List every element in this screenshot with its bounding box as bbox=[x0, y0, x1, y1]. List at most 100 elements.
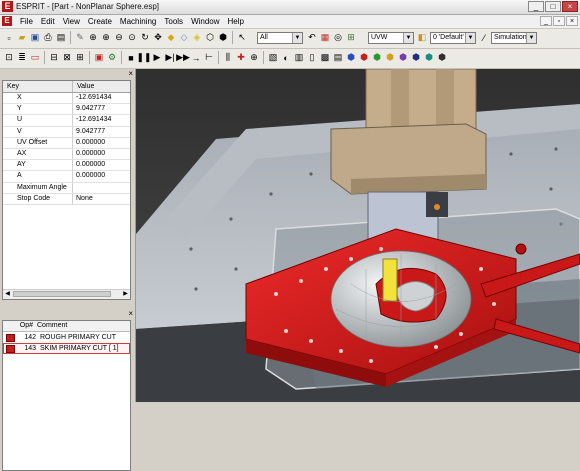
pause-icon[interactable]: ❚❚ bbox=[136, 51, 151, 64]
property-value[interactable]: -12.691434 bbox=[73, 93, 130, 103]
property-row[interactable]: A 0.000000 bbox=[3, 171, 130, 183]
menu-help[interactable]: Help bbox=[224, 15, 248, 28]
chevron-down-icon[interactable]: ▼ bbox=[526, 33, 536, 43]
workplane-combo[interactable]: UVW ▼ bbox=[368, 32, 414, 44]
report-icon[interactable]: ▤ bbox=[332, 51, 344, 64]
solid-icon[interactable]: ▧ bbox=[267, 51, 279, 64]
close-icon[interactable]: × bbox=[128, 309, 133, 318]
fast-forward-icon[interactable]: ▶▶ bbox=[176, 51, 190, 64]
property-value[interactable]: 9.042777 bbox=[73, 104, 130, 114]
property-row[interactable]: V 9.042777 bbox=[3, 126, 130, 138]
zoom-fit-icon[interactable]: ⊙ bbox=[126, 31, 138, 44]
scroll-right-icon[interactable]: ▶ bbox=[121, 290, 130, 299]
machine-icon[interactable]: ▥ bbox=[293, 51, 305, 64]
wand-icon[interactable]: ✎ bbox=[74, 31, 86, 44]
open-folder-icon[interactable]: ▰ bbox=[16, 31, 28, 44]
select-arrow-icon[interactable]: ↖ bbox=[236, 31, 248, 44]
close-button[interactable]: × bbox=[562, 1, 578, 12]
shade-icon[interactable]: ◆ bbox=[165, 31, 177, 44]
print-icon[interactable]: ⎙ bbox=[42, 31, 54, 44]
stock-icon[interactable]: ⊟ bbox=[48, 51, 60, 64]
verify-icon[interactable]: ⊕ bbox=[248, 51, 260, 64]
color-icon[interactable]: ◧ bbox=[416, 31, 428, 44]
property-row[interactable]: AY 0.000000 bbox=[3, 160, 130, 172]
yellow-cube-icon[interactable]: ⬢ bbox=[384, 51, 396, 64]
color-combo[interactable]: 0 'Default' ▼ bbox=[430, 32, 476, 44]
view-settings-icon[interactable]: ⬢ bbox=[217, 31, 229, 44]
tool-icon[interactable]: ⊞ bbox=[74, 51, 86, 64]
zoom-out-icon[interactable]: ⊖ bbox=[113, 31, 125, 44]
chevron-down-icon[interactable]: ▼ bbox=[292, 33, 302, 43]
purple-cube-icon[interactable]: ⬢ bbox=[397, 51, 409, 64]
close-icon[interactable]: × bbox=[128, 69, 133, 78]
property-row[interactable]: Y 9.042777 bbox=[3, 104, 130, 116]
section-icon[interactable]: ◐ bbox=[280, 51, 292, 64]
new-file-icon[interactable]: ▫ bbox=[3, 31, 15, 44]
operation-row[interactable]: 142 ROUGH PRIMARY CUT bbox=[3, 332, 130, 343]
print-preview-icon[interactable]: ▤ bbox=[55, 31, 67, 44]
minimize-button[interactable]: _ bbox=[528, 1, 544, 12]
setup-icon[interactable]: ⚙ bbox=[106, 51, 118, 64]
op-number-header[interactable]: Op# bbox=[3, 321, 37, 331]
operation-row[interactable]: 143 SKIM PRIMARY CUT [ 1] bbox=[3, 343, 130, 354]
menu-view[interactable]: View bbox=[59, 15, 84, 28]
save-icon[interactable]: ▣ bbox=[29, 31, 41, 44]
maximize-button[interactable]: □ bbox=[545, 1, 561, 12]
navy-cube-icon[interactable]: ⬢ bbox=[410, 51, 422, 64]
doc-icon[interactable]: ▯ bbox=[306, 51, 318, 64]
step-forward-icon[interactable]: ▶| bbox=[164, 51, 176, 64]
chevron-down-icon[interactable]: ▼ bbox=[403, 33, 413, 43]
property-row[interactable]: X -12.691434 bbox=[3, 93, 130, 105]
menu-edit[interactable]: Edit bbox=[37, 15, 59, 28]
property-value[interactable]: -12.691434 bbox=[73, 115, 130, 125]
comment-header[interactable]: Comment bbox=[37, 321, 67, 331]
chevron-down-icon[interactable]: ▼ bbox=[465, 33, 475, 43]
green-cube-icon[interactable]: ⬢ bbox=[371, 51, 383, 64]
value-column-header[interactable]: Value bbox=[73, 81, 94, 92]
property-value[interactable]: 0.000000 bbox=[73, 160, 130, 170]
display-icon[interactable]: ◎ bbox=[332, 31, 344, 44]
scroll-left-icon[interactable]: ◀ bbox=[3, 290, 12, 299]
menu-create[interactable]: Create bbox=[84, 15, 116, 28]
dark-cube-icon[interactable]: ⬢ bbox=[436, 51, 448, 64]
property-row[interactable]: U -12.691434 bbox=[3, 115, 130, 127]
menu-window[interactable]: Window bbox=[187, 15, 223, 28]
spindle-icon[interactable]: ⫼ bbox=[222, 51, 234, 64]
property-value[interactable] bbox=[73, 183, 130, 193]
undo-icon[interactable]: ↶ bbox=[306, 31, 318, 44]
layer-stack-icon[interactable]: ≣ bbox=[16, 51, 28, 64]
blue-cube-icon[interactable]: ⬢ bbox=[345, 51, 357, 64]
property-value[interactable]: 0.000000 bbox=[73, 138, 130, 148]
simulation-combo[interactable]: Simulation ▼ bbox=[491, 32, 537, 44]
menu-machining[interactable]: Machining bbox=[116, 15, 160, 28]
fixture-icon[interactable]: ⊠ bbox=[61, 51, 73, 64]
workplane-icon[interactable]: ⊞ bbox=[345, 31, 357, 44]
chart-icon[interactable]: ▩ bbox=[319, 51, 331, 64]
document-icon[interactable]: E bbox=[2, 16, 12, 26]
property-value[interactable]: 0.000000 bbox=[73, 171, 130, 181]
toolpath-icon[interactable]: ✚ bbox=[235, 51, 247, 64]
wireframe-icon[interactable]: ◇ bbox=[178, 31, 190, 44]
red-cube-icon[interactable]: ⬢ bbox=[358, 51, 370, 64]
view-cube-icon[interactable]: ⬡ bbox=[204, 31, 216, 44]
grid-icon[interactable]: ⊡ bbox=[3, 51, 15, 64]
property-row[interactable]: Maximum Angle bbox=[3, 182, 130, 194]
play-icon[interactable]: ▶ bbox=[151, 51, 163, 64]
scroll-thumb[interactable] bbox=[13, 291, 111, 297]
layers-icon[interactable]: ▦ bbox=[319, 31, 331, 44]
step-icon[interactable]: → bbox=[190, 51, 202, 64]
3d-viewport[interactable] bbox=[136, 69, 580, 402]
operation-icon[interactable]: ▣ bbox=[93, 51, 105, 64]
doc-restore-button[interactable]: ▫ bbox=[553, 16, 565, 26]
doc-close-button[interactable]: × bbox=[566, 16, 578, 26]
red-box-icon[interactable]: ▭ bbox=[29, 51, 41, 64]
key-column-header[interactable]: Key bbox=[3, 81, 73, 92]
property-row[interactable]: AX 0.000000 bbox=[3, 148, 130, 161]
property-value[interactable]: 9.042777 bbox=[73, 127, 130, 137]
pan-icon[interactable]: ✥ bbox=[152, 31, 164, 44]
layer-combo[interactable]: All ▼ bbox=[257, 32, 303, 44]
doc-minimize-button[interactable]: _ bbox=[540, 16, 552, 26]
zoom-in-icon[interactable]: ⊕ bbox=[100, 31, 112, 44]
menu-file[interactable]: File bbox=[16, 15, 37, 28]
hidden-line-icon[interactable]: ◈ bbox=[191, 31, 203, 44]
